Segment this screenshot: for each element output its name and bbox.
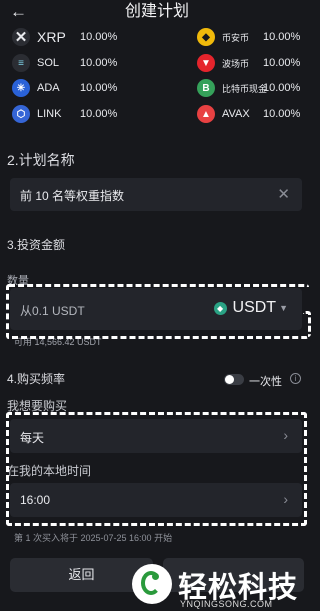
annotation-frequency-box <box>6 412 307 526</box>
coin-percentage: 10.00% <box>80 31 118 43</box>
coin-row-trx: ▼ 波场币 10.00% <box>197 52 300 74</box>
ada-icon: ✳ <box>12 79 30 97</box>
plan-name-field[interactable]: 前 10 名等权重指数 ✕ <box>10 178 302 211</box>
coin-row-avax: ▲ AVAX 10.00% <box>197 103 300 125</box>
avax-icon: ▲ <box>197 105 215 123</box>
trx-icon: ▼ <box>197 54 215 72</box>
plan-name-label: 2.计划名称 <box>7 152 75 168</box>
bch-icon: B <box>197 79 215 97</box>
one-time-label: 一次性 <box>249 376 282 388</box>
next-purchase-info: 第 1 次买入将于 2025-07-25 16:00 开始 <box>14 533 173 543</box>
coin-percentage: 10.00% <box>263 82 301 94</box>
coin-row-xrp: ✕ XRP 10.00% <box>12 26 117 48</box>
coin-row-bnb: ◆ 币安币 10.00% <box>197 26 300 48</box>
annotation-amount-box <box>6 284 309 339</box>
purchase-frequency-label: 4.购买频率 <box>7 372 66 386</box>
coin-row-ada: ✳ ADA 10.00% <box>12 77 117 99</box>
watermark-logo <box>132 564 172 604</box>
coin-name: AVAX <box>222 108 250 120</box>
coin-name: SOL <box>37 57 60 69</box>
one-time-toggle[interactable] <box>224 374 244 385</box>
coin-name: XRP <box>37 29 66 45</box>
info-icon[interactable]: i <box>290 373 301 384</box>
coin-percentage: 10.00% <box>263 57 301 69</box>
logo-dot <box>152 573 159 580</box>
coin-percentage: 10.00% <box>80 82 118 94</box>
xrp-icon: ✕ <box>12 28 30 46</box>
coin-name: 币安币 <box>222 32 250 43</box>
coin-name: LINK <box>37 108 62 120</box>
plan-name-value: 前 10 名等权重指数 <box>20 189 125 203</box>
coin-row-sol: ≡ SOL 10.00% <box>12 52 117 74</box>
clear-icon[interactable]: ✕ <box>277 185 290 203</box>
coin-percentage: 10.00% <box>80 108 118 120</box>
coin-percentage: 10.00% <box>263 31 301 43</box>
page-title: 创建计划 <box>124 3 189 20</box>
coin-allocation-list: ✕ XRP 10.00% ◆ 币安币 10.00% ≡ SOL 10.00% ▼… <box>0 24 314 128</box>
link-icon: ⬡ <box>12 105 30 123</box>
watermark-site: YNQINGSONG.COM <box>180 599 273 609</box>
toggle-knob <box>225 375 234 384</box>
coin-percentage: 10.00% <box>263 108 301 120</box>
investment-amount-label: 3.投资金额 <box>7 238 66 252</box>
annotation-amount-box-corner <box>303 311 311 337</box>
coin-name: 波场币 <box>222 58 250 69</box>
coin-name: 比特币现金 <box>222 83 268 94</box>
watermark: 轻松科技 YNQINGSONG.COM <box>128 562 314 611</box>
coin-name: ADA <box>37 82 60 94</box>
coin-row-bch: B 比特币现金 10.00% <box>197 77 300 99</box>
coin-row-link: ⬡ LINK 10.00% <box>12 103 117 125</box>
bnb-icon: ◆ <box>197 28 215 46</box>
coin-percentage: 10.00% <box>80 57 118 69</box>
sol-icon: ≡ <box>12 54 30 72</box>
header: ← 创建计划 <box>0 0 314 26</box>
